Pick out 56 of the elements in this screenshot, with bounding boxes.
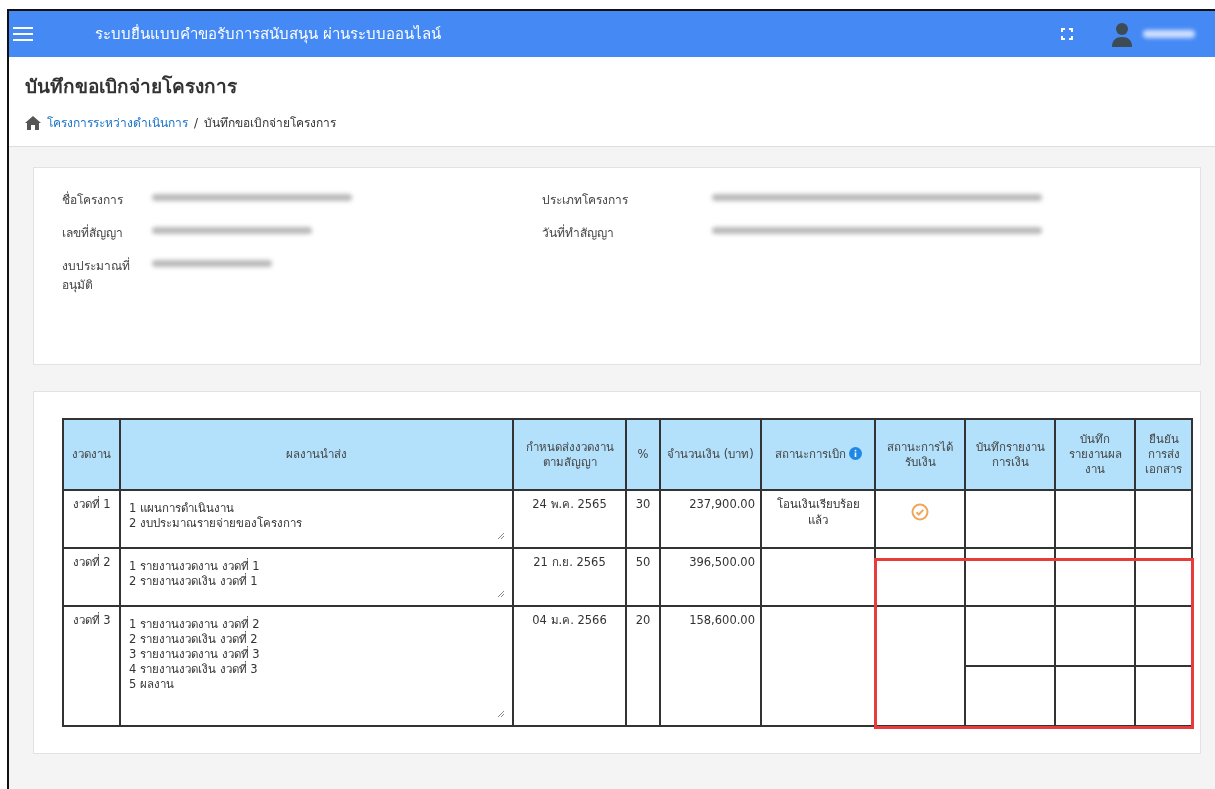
amount-cell: 158,600.00 — [660, 606, 761, 726]
resize-grip-icon[interactable] — [497, 590, 504, 597]
fullscreen-icon[interactable] — [1061, 28, 1073, 40]
column-header: ยืนยันการส่งเอกสาร — [1135, 419, 1192, 490]
column-header: จำนวนเงิน (บาท) — [660, 419, 761, 490]
breadcrumb-link[interactable]: โครงการระหว่างดำเนินการ — [47, 113, 188, 132]
field-label: ประเภทโครงการ — [542, 192, 629, 209]
column-header: บันทึกรายงานการเงิน — [965, 419, 1055, 490]
column-header: สถานะการได้รับเงิน — [875, 419, 965, 490]
home-icon[interactable] — [25, 115, 41, 130]
deliverables-textarea[interactable]: 1 รายงานงวดงาน งวดที่ 2 2 รายงานงวดเงิน งวดที่ 2 3 รายงานงวดงาน งวดที่ 3 4 รายงานงวดเงิน งวดที่ 3 5 ผลงาน — [120, 606, 513, 726]
field-label: วันที่ทำสัญญา — [542, 223, 615, 242]
amount-cell: 396,500.00 — [660, 548, 761, 606]
resize-grip-icon[interactable] — [497, 532, 504, 539]
resize-grip-icon[interactable] — [497, 710, 504, 717]
column-header: % — [626, 419, 660, 490]
percent-cell: 50 — [626, 548, 660, 606]
deliverables-textarea[interactable]: 1 รายงานงวดงาน งวดที่ 1 2 รายงานงวดเงิน งวดที่ 1 — [120, 548, 513, 606]
deliverable-item: 1 รายงานงวดงาน งวดที่ 1 — [129, 559, 261, 573]
deliverables-textarea[interactable]: 1 แผนการดำเนินงาน 2 งบประมาณรายจ่ายของโครงการ — [120, 490, 513, 548]
table-cell — [1135, 548, 1192, 606]
breadcrumb-current: บันทึกขอเบิกจ่ายโครงการ — [204, 115, 337, 132]
percent-cell: 20 — [626, 606, 660, 726]
column-header: ผลงานนำส่ง — [120, 419, 513, 490]
column-header: กำหนดส่งงวดงานตามสัญญา — [513, 419, 626, 490]
breadcrumb-separator: / — [194, 115, 199, 130]
field-label: ชื่อโครงการ — [62, 190, 124, 209]
deliverable-item: 4 รายงานงวดเงิน งวดที่ 3 — [129, 661, 259, 677]
due-date-cell: 21 ก.ย. 2565 — [513, 548, 626, 606]
blurred-user-name — [1143, 30, 1195, 38]
amount-cell: 237,900.00 — [660, 490, 761, 548]
field-label: เลขที่สัญญา — [62, 223, 124, 242]
deliverable-item: 3 รายงานงวดงาน งวดที่ 3 — [129, 646, 261, 661]
page-title: บันทึกขอเบิกจ่ายโครงการ — [25, 74, 237, 99]
due-date-cell: 24 พ.ค. 2565 — [513, 490, 626, 548]
column-header: สถานะการเบิก — [761, 419, 875, 490]
user-avatar-icon[interactable] — [1111, 21, 1133, 47]
app-title: ระบบยื่นแบบคำขอรับการสนับสนุน ผ่านระบบออนไลน์ — [95, 23, 442, 46]
deliverable-item: 5 ผลงาน — [129, 676, 175, 692]
field-label: งบประมาณที่อนุมัติ — [62, 256, 131, 294]
deliverable-item: 2 รายงานงวดเงิน งวดที่ 2 — [129, 631, 259, 646]
due-date-cell: 04 ม.ค. 2566 — [513, 606, 626, 726]
column-header: งวดงาน — [63, 419, 120, 490]
percent-cell: 30 — [626, 490, 660, 548]
deliverable-item: 2 งบประมาณรายจ่ายของโครงการ — [129, 515, 303, 531]
deliverable-item: 1 แผนการดำเนินงาน — [129, 501, 235, 516]
table-cell — [1135, 490, 1192, 548]
disbursement-status-cell: โอนเงินเรียบร้อยแล้ว — [761, 490, 875, 548]
installment-cell: งวดที่ 2 — [63, 548, 120, 606]
installment-cell: งวดที่ 3 — [63, 606, 120, 726]
info-icon[interactable] — [848, 447, 862, 461]
column-header: บันทึกรายงานผลงาน — [1055, 419, 1135, 490]
menu-icon[interactable] — [13, 26, 33, 42]
deliverable-item: 1 รายงานงวดงาน งวดที่ 2 — [129, 617, 261, 631]
deliverable-item: 2 รายงานงวดเงิน งวดที่ 1 — [129, 573, 259, 589]
installment-cell: งวดที่ 1 — [63, 490, 120, 548]
